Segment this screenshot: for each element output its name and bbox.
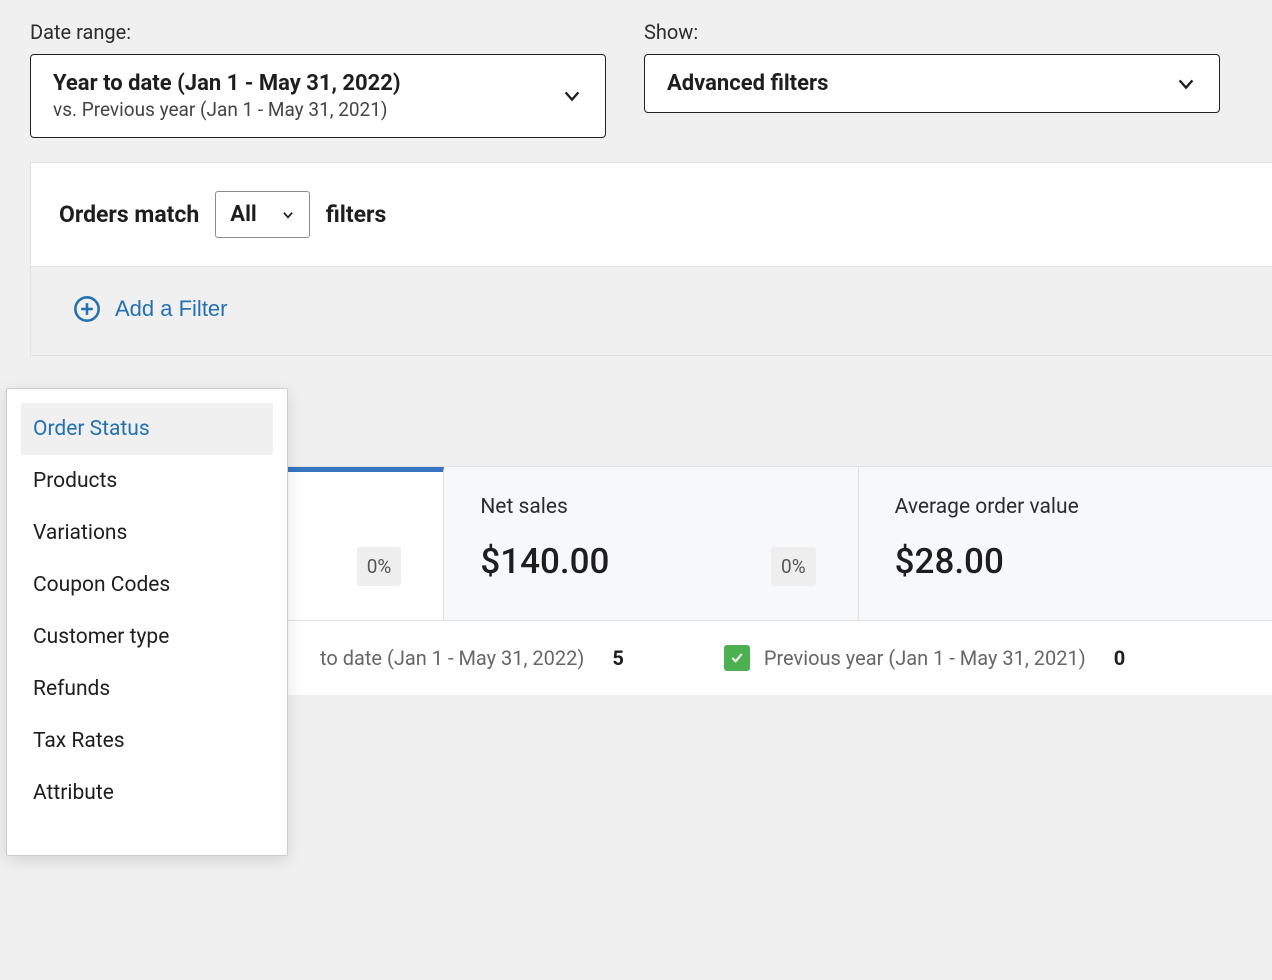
filter-option-customer-type[interactable]: Customer type: [21, 611, 273, 663]
date-range-value: Year to date (Jan 1 - May 31, 2022): [53, 71, 401, 96]
legend-current-value: 5: [612, 646, 623, 670]
legend-previous-value: 0: [1114, 646, 1125, 670]
checkbox-previous[interactable]: [724, 645, 750, 671]
check-icon: [729, 650, 745, 666]
filter-option-variations[interactable]: Variations: [21, 507, 273, 559]
orders-match-suffix: filters: [326, 201, 387, 228]
card-pct: 0%: [771, 547, 816, 586]
legend-previous[interactable]: Previous year (Jan 1 - May 31, 2021) 0: [724, 645, 1125, 671]
match-select[interactable]: All: [215, 191, 309, 238]
orders-match-row: Orders match All filters: [31, 163, 1272, 267]
filter-option-refunds[interactable]: Refunds: [21, 663, 273, 715]
filter-option-attribute[interactable]: Attribute: [21, 767, 273, 819]
plus-circle-icon: [73, 295, 101, 323]
date-range-label: Date range:: [30, 20, 606, 44]
card-label: Net sales: [480, 495, 821, 519]
chevron-down-icon: [1175, 73, 1197, 95]
add-filter-button[interactable]: Add a Filter: [73, 295, 228, 323]
chevron-down-icon: [281, 208, 295, 222]
add-filter-label: Add a Filter: [115, 296, 228, 322]
filter-option-order-status[interactable]: Order Status: [21, 403, 273, 455]
summary-card-2[interactable]: Average order value $28.00: [859, 467, 1272, 620]
card-value: $28.00: [895, 541, 1236, 582]
filter-dropdown: Order Status Products Variations Coupon …: [6, 388, 288, 856]
card-label: Average order value: [895, 495, 1236, 519]
filter-option-products[interactable]: Products: [21, 455, 273, 507]
filter-option-tax-rates[interactable]: Tax Rates: [21, 715, 273, 767]
date-range-compare: vs. Previous year (Jan 1 - May 31, 2021): [53, 98, 401, 121]
legend-current-text: to date (Jan 1 - May 31, 2022): [320, 646, 584, 670]
legend-previous-text: Previous year (Jan 1 - May 31, 2021): [764, 646, 1086, 670]
show-dropdown[interactable]: Advanced filters: [644, 54, 1220, 113]
summary-card-1[interactable]: Net sales $140.00 0%: [444, 467, 858, 620]
card-pct: 0%: [357, 547, 402, 586]
match-select-value: All: [230, 202, 256, 227]
filter-option-coupon-codes[interactable]: Coupon Codes: [21, 559, 273, 611]
show-value: Advanced filters: [667, 71, 828, 96]
chevron-down-icon: [561, 85, 583, 107]
show-label: Show:: [644, 20, 1220, 44]
date-range-dropdown[interactable]: Year to date (Jan 1 - May 31, 2022) vs. …: [30, 54, 606, 138]
orders-match-prefix: Orders match: [59, 201, 199, 228]
legend-current[interactable]: to date (Jan 1 - May 31, 2022) 5: [320, 646, 624, 670]
